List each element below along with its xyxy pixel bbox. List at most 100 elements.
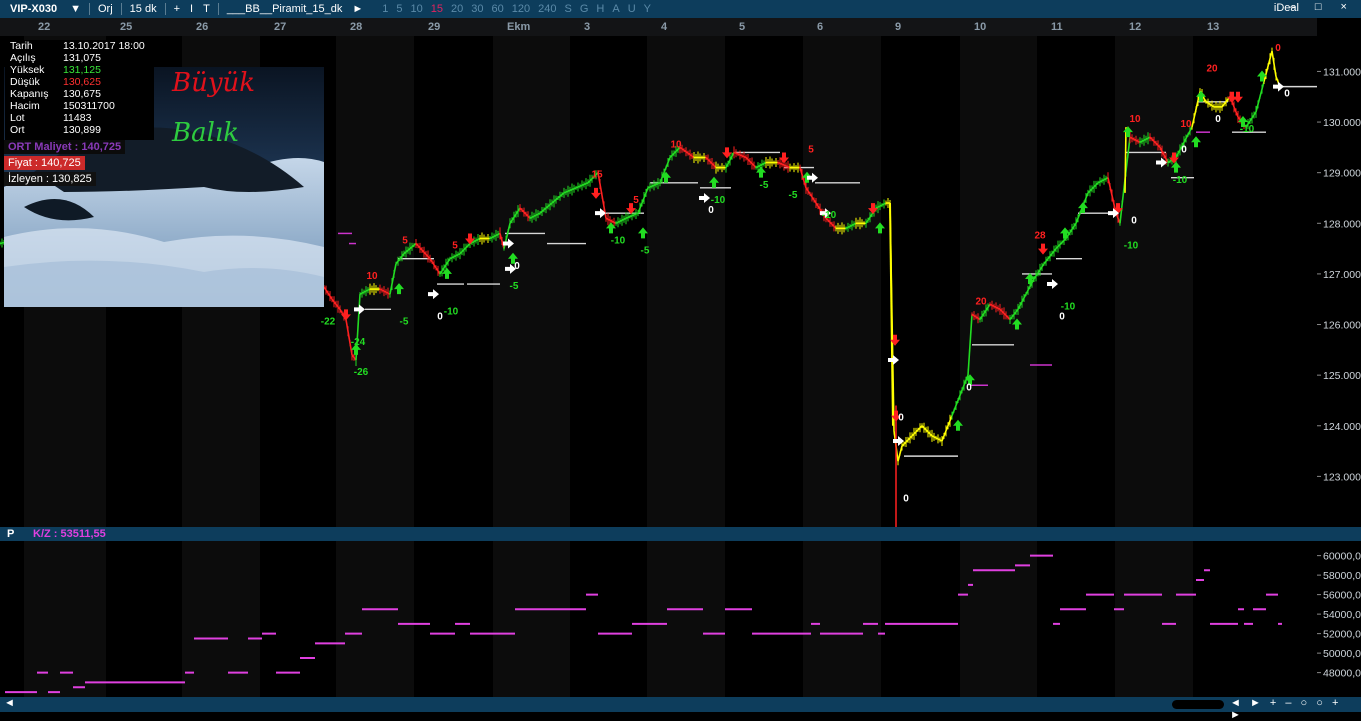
info-row: Açılış 131,075 xyxy=(5,52,154,64)
profit-chart[interactable]: 48000,0 50000,0 52000,0 54000,0 56000,0 58000… xyxy=(0,541,1361,697)
info-row: Ort 130,899 xyxy=(5,124,154,136)
signal-label: -24 xyxy=(351,337,366,348)
signal-label: 5 xyxy=(402,236,408,247)
date-tick-label: 5 xyxy=(739,21,746,33)
day-band xyxy=(1115,36,1193,527)
period-option[interactable]: S xyxy=(565,3,572,15)
text-tool-button[interactable]: T xyxy=(199,2,214,16)
signal-label: 0 xyxy=(1131,215,1137,226)
period-option[interactable]: A xyxy=(612,3,619,15)
info-value: 13.10.2017 18:00 xyxy=(63,40,145,52)
info-key: Tarih xyxy=(10,40,33,52)
signal-label: 5 xyxy=(452,241,458,252)
signal-label: 10 xyxy=(1180,119,1192,130)
price-gap-line xyxy=(1124,127,1127,193)
signal-label: 0 xyxy=(903,494,909,505)
top-toolbar: VIP-X030 ▼ Orj 15 dk + I T ___BB__Pirami… xyxy=(0,0,1361,18)
signal-label: 10 xyxy=(670,139,682,150)
date-tick-label: 25 xyxy=(120,21,133,33)
period-option[interactable]: 5 xyxy=(396,3,402,15)
ohlc-info-panel: Tarih 13.10.2017 18:00 Açılış 131,075 Yüksek… xyxy=(5,40,154,140)
info-row: Hacim 150311700 xyxy=(5,100,154,112)
y-tick-label: 58000,0 xyxy=(1323,570,1361,582)
date-tick-label: 11 xyxy=(1051,21,1063,33)
info-key: Ort xyxy=(10,124,25,136)
izleyen-tag: İzleyen : 130,825 xyxy=(4,172,96,186)
y-tick-label: 60000,0 xyxy=(1323,551,1361,563)
day-band xyxy=(960,36,1037,527)
signal-label: 20 xyxy=(975,296,987,307)
add-indicator-button[interactable]: + xyxy=(170,2,184,16)
watermark-line-2: Balık xyxy=(172,118,239,148)
panel-label: P xyxy=(7,528,15,540)
signal-label: -5 xyxy=(789,190,798,201)
toolbar-divider xyxy=(217,3,219,15)
y-tick-label: 125.000 xyxy=(1323,370,1361,382)
period-option[interactable]: 20 xyxy=(451,3,463,15)
date-axis: 22 25 26 27 28 29 Ekm 3 4 5 6 9 10 11 12 13 xyxy=(0,18,1317,36)
y-tick-label: 126.000 xyxy=(1323,320,1361,332)
signal-label: 0 xyxy=(514,261,520,272)
window-controls[interactable]: – □ × xyxy=(1290,1,1355,13)
period-option[interactable]: U xyxy=(628,3,636,15)
symbol-selector[interactable]: VIP-X030 xyxy=(0,3,65,15)
period-option[interactable]: G xyxy=(580,3,589,15)
info-row: Kapanış 130,675 xyxy=(5,88,154,100)
signal-label: -10 xyxy=(1124,241,1139,252)
date-tick-label: 29 xyxy=(428,21,441,33)
profit-panel-header: P K/Z : 53511,55 xyxy=(0,527,1361,541)
y-tick-label: 50000,0 xyxy=(1323,648,1361,660)
toolbar-divider xyxy=(164,3,166,15)
period-option[interactable]: 10 xyxy=(411,3,423,15)
ort-maliyet-tag: ORT Maliyet : 140,725 xyxy=(4,140,126,154)
signal-label: 0 xyxy=(1284,89,1290,100)
scroll-left-icon[interactable]: ◄ xyxy=(4,697,15,709)
signal-label: 10 xyxy=(366,271,378,282)
bottom-scrollbar[interactable]: ◄ ◄ ► + – ○ ○ + ► xyxy=(0,697,1361,721)
period-option[interactable]: 60 xyxy=(492,3,504,15)
date-tick-label: 12 xyxy=(1129,21,1142,33)
toolbar-divider xyxy=(120,3,122,15)
info-key: Hacim xyxy=(10,100,40,112)
signal-label: 0 xyxy=(1059,311,1065,322)
period-option[interactable]: 15 xyxy=(431,3,443,15)
period-option[interactable]: 1 xyxy=(382,3,388,15)
signal-label: -10 xyxy=(1173,175,1188,186)
download-arrow-icon[interactable]: ▼ xyxy=(66,2,85,16)
y-tick-label: 123.000 xyxy=(1323,471,1361,483)
system-selector[interactable]: ___BB__Piramit_15_dk xyxy=(223,2,347,16)
day-band xyxy=(336,541,414,697)
day-band xyxy=(803,541,881,697)
signal-label: 15 xyxy=(591,170,603,181)
y-tick-label: 52000,0 xyxy=(1323,629,1361,641)
y-tick-label: 130.000 xyxy=(1323,117,1361,129)
day-band xyxy=(493,36,570,527)
signal-label: 0 xyxy=(1181,144,1187,155)
y-axis-panel xyxy=(1317,36,1361,527)
info-row: Tarih 13.10.2017 18:00 xyxy=(5,40,154,52)
signal-label: 0 xyxy=(898,413,904,424)
period-option[interactable]: 120 xyxy=(512,3,530,15)
scroll-thumb[interactable] xyxy=(1172,700,1224,709)
period-option[interactable]: Y xyxy=(644,3,651,15)
zoom-controls[interactable]: ◄ ► + – ○ ○ + ► xyxy=(1230,697,1361,721)
period-option[interactable]: H xyxy=(596,3,604,15)
y-tick-label: 54000,0 xyxy=(1323,609,1361,621)
info-row: Lot 11483 xyxy=(5,112,154,124)
orj-button[interactable]: Orj xyxy=(94,2,117,16)
signal-label: 0 xyxy=(1275,43,1281,54)
bar-type-button[interactable]: I xyxy=(186,2,197,16)
toolbar-divider xyxy=(88,3,90,15)
play-icon[interactable]: ► xyxy=(348,2,367,16)
info-row: Düşük 130,625 xyxy=(5,76,154,88)
day-band xyxy=(493,541,570,697)
period-option[interactable]: 240 xyxy=(538,3,556,15)
period-option[interactable]: 30 xyxy=(471,3,483,15)
watermark-line-1: Büyük xyxy=(172,68,256,98)
info-value: 130,625 xyxy=(63,76,101,88)
date-tick-label: 6 xyxy=(817,21,824,33)
period-selector[interactable]: 15 dk xyxy=(126,2,161,16)
signal-label: -26 xyxy=(354,367,369,378)
day-band xyxy=(1115,541,1193,697)
signal-label: -10 xyxy=(822,210,837,221)
